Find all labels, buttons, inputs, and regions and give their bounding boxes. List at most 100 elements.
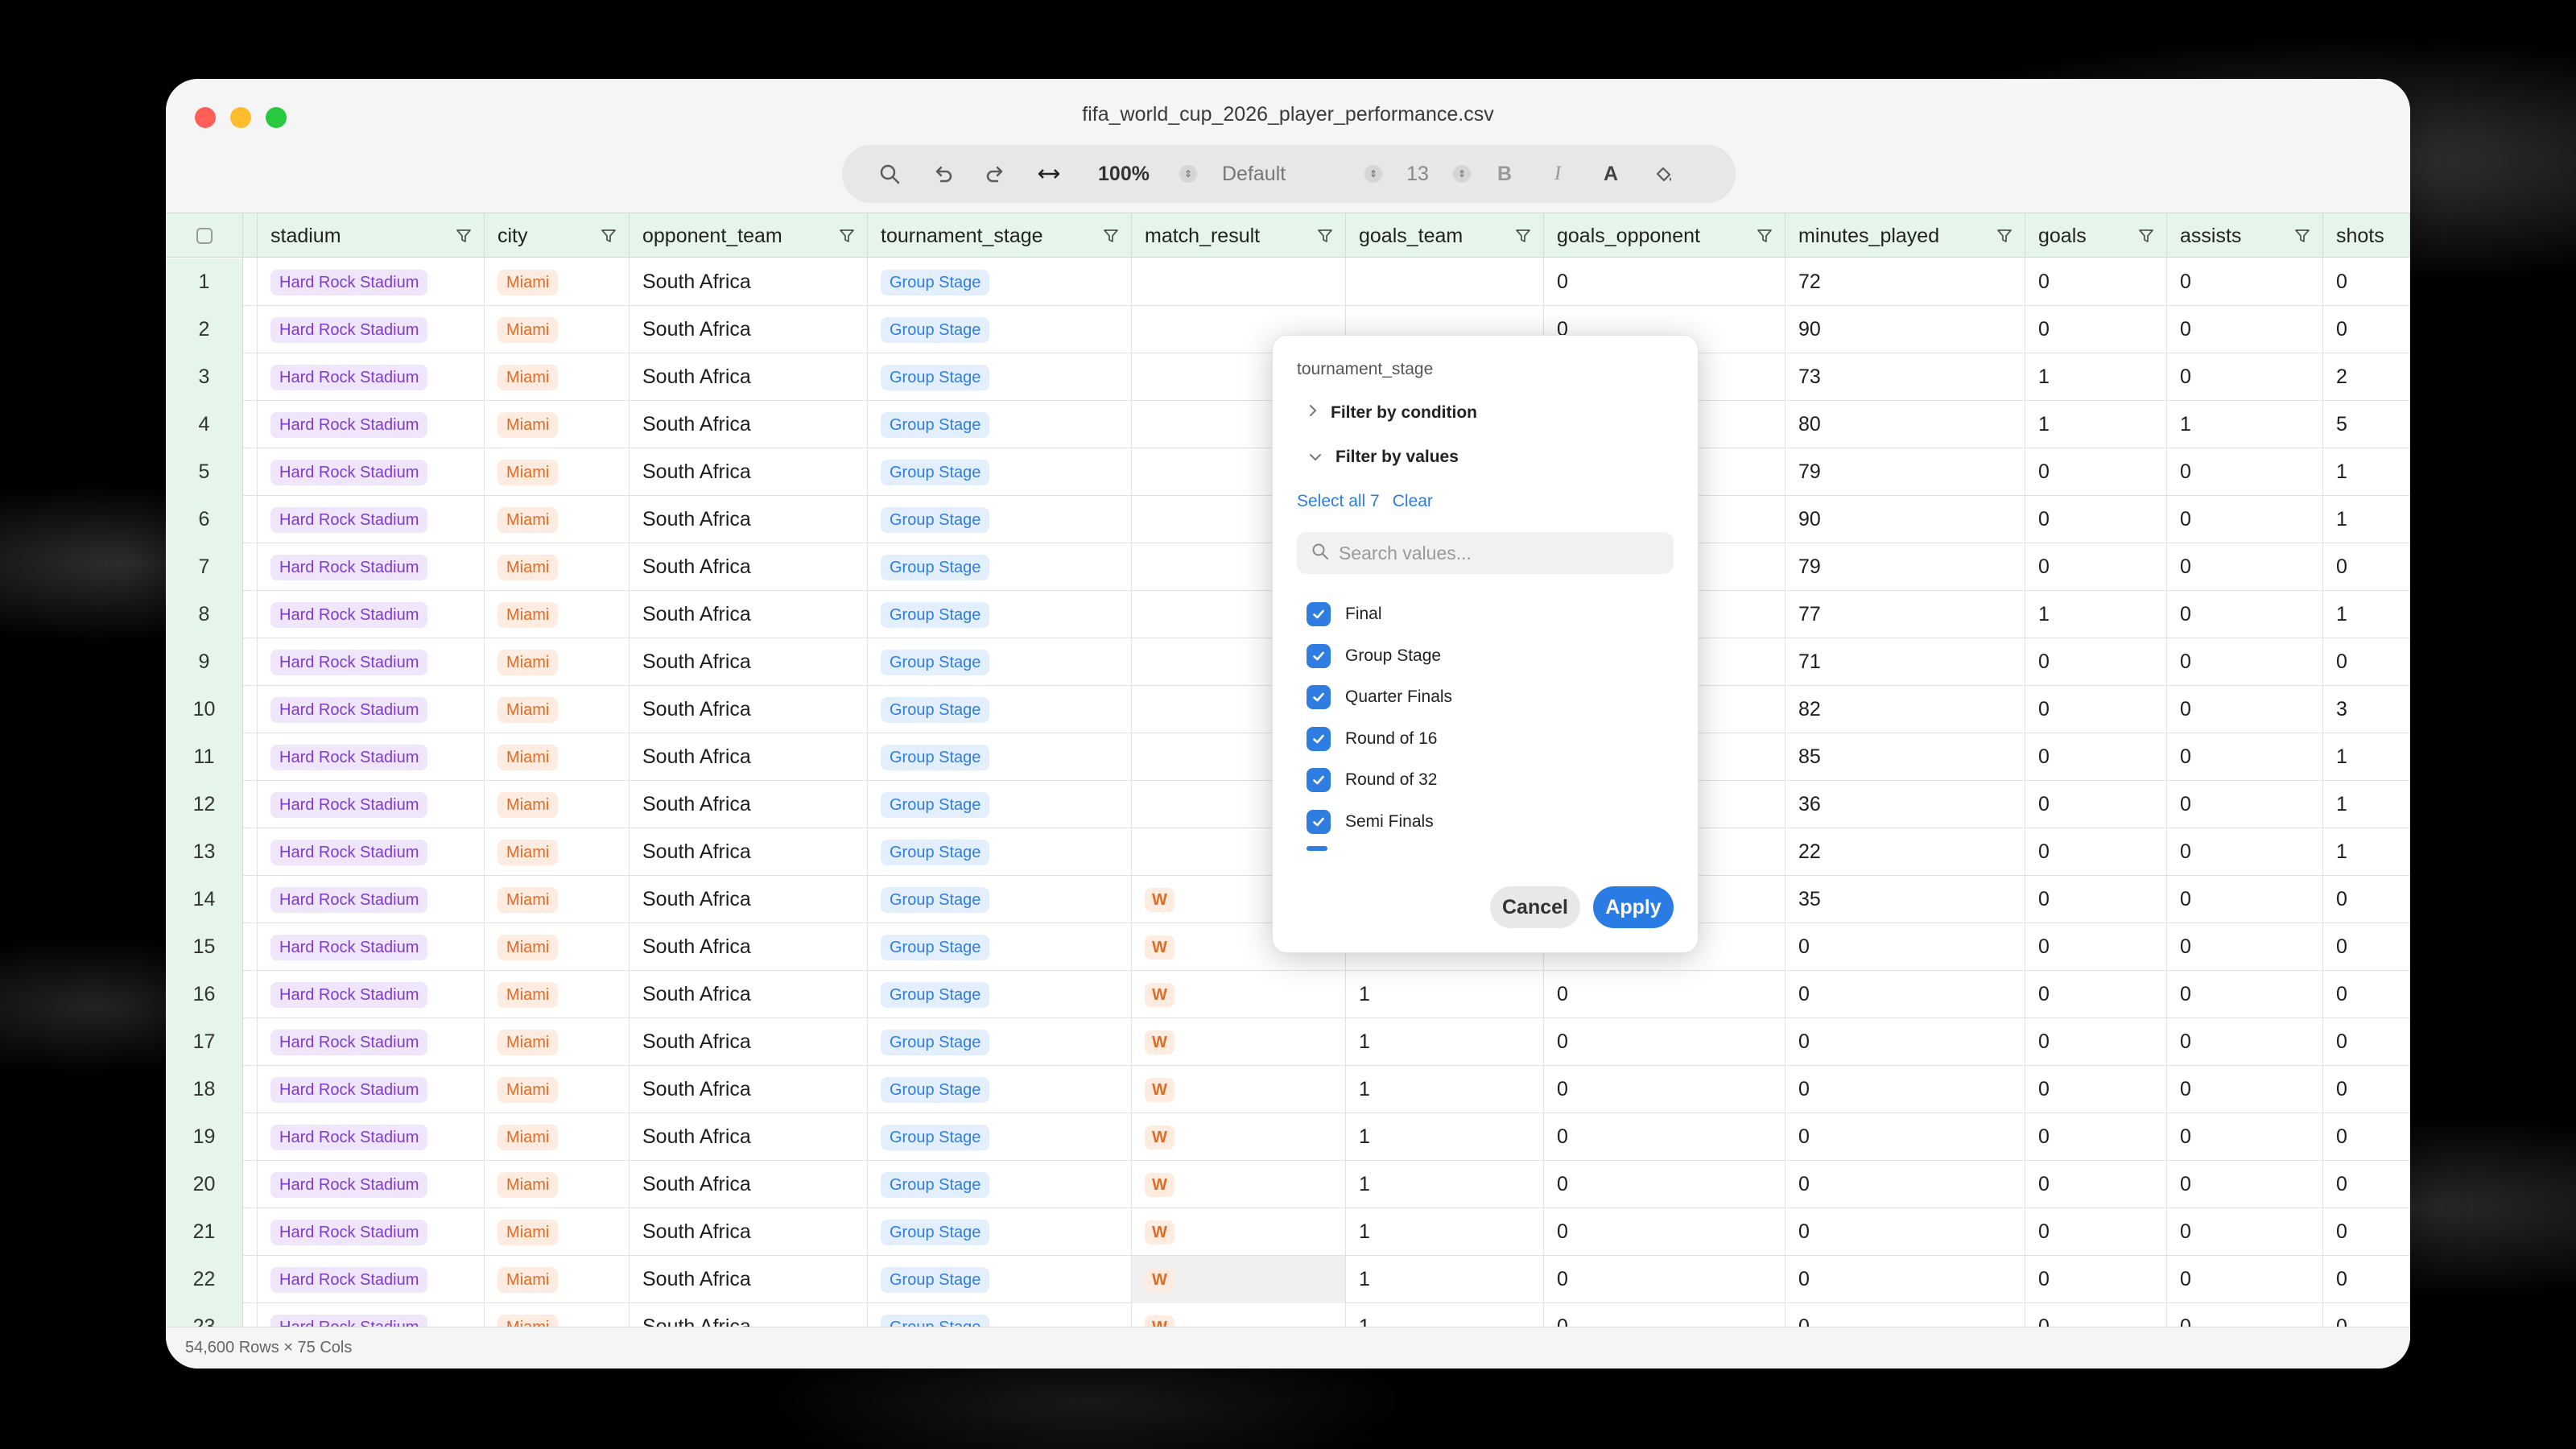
cell-goals-team[interactable]: 1	[1346, 1161, 1544, 1208]
filter-icon[interactable]	[2137, 227, 2155, 250]
row-number[interactable]: 3	[166, 353, 243, 401]
cell-goals[interactable]: 0	[2025, 1113, 2167, 1161]
cell-minutes-played[interactable]: 71	[1785, 638, 2025, 686]
cell-goals[interactable]: 0	[2025, 828, 2167, 876]
cell-stadium[interactable]: Hard Rock Stadium	[258, 1208, 485, 1256]
cell-tournament-stage[interactable]: Group Stage	[868, 591, 1132, 638]
row-number[interactable]: 16	[166, 971, 243, 1018]
cell-shots[interactable]: 0	[2323, 1113, 2410, 1161]
cell-tournament-stage[interactable]: Group Stage	[868, 496, 1132, 543]
cell-assists[interactable]: 0	[2167, 1066, 2323, 1113]
cell-stadium[interactable]: Hard Rock Stadium	[258, 876, 485, 923]
cell-stadium[interactable]: Hard Rock Stadium	[258, 828, 485, 876]
cell-stadium[interactable]: Hard Rock Stadium	[258, 448, 485, 496]
cell-match-result[interactable]: W	[1132, 971, 1346, 1018]
cell-tournament-stage[interactable]: Group Stage	[868, 923, 1132, 971]
cell-goals[interactable]: 0	[2025, 923, 2167, 971]
cell-stadium[interactable]: Hard Rock Stadium	[258, 1256, 485, 1303]
cell-goals-team[interactable]: 1	[1346, 1208, 1544, 1256]
cell-opponent-team[interactable]: South Africa	[630, 306, 868, 353]
cell-minutes-played[interactable]: 90	[1785, 496, 2025, 543]
filter-icon[interactable]	[838, 227, 856, 250]
cell-tournament-stage[interactable]: Group Stage	[868, 258, 1132, 306]
row-number[interactable]: 6	[166, 496, 243, 543]
cell-stadium[interactable]: Hard Rock Stadium	[258, 1018, 485, 1066]
column-header-goals-opponent[interactable]: goals_opponent	[1544, 213, 1785, 258]
cell-stadium[interactable]: Hard Rock Stadium	[258, 306, 485, 353]
checkbox[interactable]	[1307, 768, 1331, 793]
cell-tournament-stage[interactable]: Group Stage	[868, 1018, 1132, 1066]
cell-tournament-stage[interactable]: Group Stage	[868, 543, 1132, 591]
cell-shots[interactable]: 3	[2323, 686, 2410, 733]
cell-minutes-played[interactable]: 72	[1785, 258, 2025, 306]
cell-opponent-team[interactable]: South Africa	[630, 353, 868, 401]
cell-shots[interactable]: 0	[2323, 258, 2410, 306]
filter-value-option[interactable]: Final	[1307, 602, 1382, 626]
cell-shots[interactable]: 0	[2323, 1161, 2410, 1208]
cell-minutes-played[interactable]: 0	[1785, 1018, 2025, 1066]
select-all-link[interactable]: Select all 7	[1297, 492, 1380, 511]
filter-value-option[interactable]: Quarter Finals	[1307, 685, 1452, 710]
font-select-chevron-icon[interactable]: ⇕	[1357, 165, 1389, 183]
cell-tournament-stage[interactable]: Group Stage	[868, 971, 1132, 1018]
filter-icon[interactable]	[2293, 227, 2311, 250]
cell-minutes-played[interactable]: 0	[1785, 1066, 2025, 1113]
filter-by-condition-toggle[interactable]: Filter by condition	[1308, 403, 1477, 423]
cell-goals[interactable]: 0	[2025, 781, 2167, 828]
cell-assists[interactable]: 0	[2167, 591, 2323, 638]
cell-match-result[interactable]: W	[1132, 1018, 1346, 1066]
cell-stadium[interactable]: Hard Rock Stadium	[258, 781, 485, 828]
row-number[interactable]: 21	[166, 1208, 243, 1256]
cell-tournament-stage[interactable]: Group Stage	[868, 1208, 1132, 1256]
cell-minutes-played[interactable]: 79	[1785, 543, 2025, 591]
table-row[interactable]: 21 Hard Rock Stadium Miami South Africa Grou…	[166, 1208, 2410, 1256]
table-row[interactable]: 1 Hard Rock Stadium Miami South Africa Group…	[166, 258, 2410, 306]
cell-goals[interactable]: 0	[2025, 1256, 2167, 1303]
row-number[interactable]: 14	[166, 876, 243, 923]
row-number[interactable]: 15	[166, 923, 243, 971]
text-color-icon[interactable]: A	[1584, 145, 1637, 203]
cell-goals-opponent[interactable]: 0	[1544, 1018, 1785, 1066]
cell-goals-opponent[interactable]: 0	[1544, 1113, 1785, 1161]
row-number[interactable]: 19	[166, 1113, 243, 1161]
cell-tournament-stage[interactable]: Group Stage	[868, 353, 1132, 401]
cell-shots[interactable]: 0	[2323, 638, 2410, 686]
cell-city[interactable]: Miami	[485, 686, 630, 733]
cell-tournament-stage[interactable]: Group Stage	[868, 781, 1132, 828]
cell-assists[interactable]: 0	[2167, 781, 2323, 828]
cell-minutes-played[interactable]: 36	[1785, 781, 2025, 828]
cell-city[interactable]: Miami	[485, 638, 630, 686]
cell-city[interactable]: Miami	[485, 1256, 630, 1303]
cell-goals-opponent[interactable]: 0	[1544, 1066, 1785, 1113]
cell-tournament-stage[interactable]: Group Stage	[868, 638, 1132, 686]
table-row[interactable]: 20 Hard Rock Stadium Miami South Africa Grou…	[166, 1161, 2410, 1208]
cell-minutes-played[interactable]: 90	[1785, 306, 2025, 353]
cell-tournament-stage[interactable]: Group Stage	[868, 448, 1132, 496]
cell-assists[interactable]: 0	[2167, 733, 2323, 781]
checkbox[interactable]	[1307, 643, 1331, 668]
cell-shots[interactable]: 0	[2323, 1256, 2410, 1303]
cell-match-result[interactable]: W	[1132, 1256, 1346, 1303]
row-number[interactable]: 12	[166, 781, 243, 828]
column-header-goals[interactable]: goals	[2025, 213, 2167, 258]
fill-color-icon[interactable]	[1637, 145, 1690, 203]
cell-shots[interactable]: 0	[2323, 1066, 2410, 1113]
cell-city[interactable]: Miami	[485, 1208, 630, 1256]
cell-assists[interactable]: 0	[2167, 971, 2323, 1018]
cell-tournament-stage[interactable]: Group Stage	[868, 1256, 1132, 1303]
cell-goals-team[interactable]: 1	[1346, 1113, 1544, 1161]
cell-stadium[interactable]: Hard Rock Stadium	[258, 923, 485, 971]
cell-stadium[interactable]: Hard Rock Stadium	[258, 971, 485, 1018]
apply-button[interactable]: Apply	[1593, 886, 1674, 928]
filter-value-option[interactable]: Group Stage	[1307, 643, 1441, 668]
cell-stadium[interactable]: Hard Rock Stadium	[258, 543, 485, 591]
cell-opponent-team[interactable]: South Africa	[630, 686, 868, 733]
bold-icon[interactable]: B	[1478, 145, 1531, 203]
cell-goals[interactable]: 1	[2025, 401, 2167, 448]
cell-goals[interactable]: 0	[2025, 876, 2167, 923]
italic-icon[interactable]: I	[1531, 145, 1584, 203]
filter-icon[interactable]	[1756, 227, 1773, 250]
cell-assists[interactable]: 0	[2167, 543, 2323, 591]
cell-tournament-stage[interactable]: Group Stage	[868, 1113, 1132, 1161]
cell-city[interactable]: Miami	[485, 733, 630, 781]
